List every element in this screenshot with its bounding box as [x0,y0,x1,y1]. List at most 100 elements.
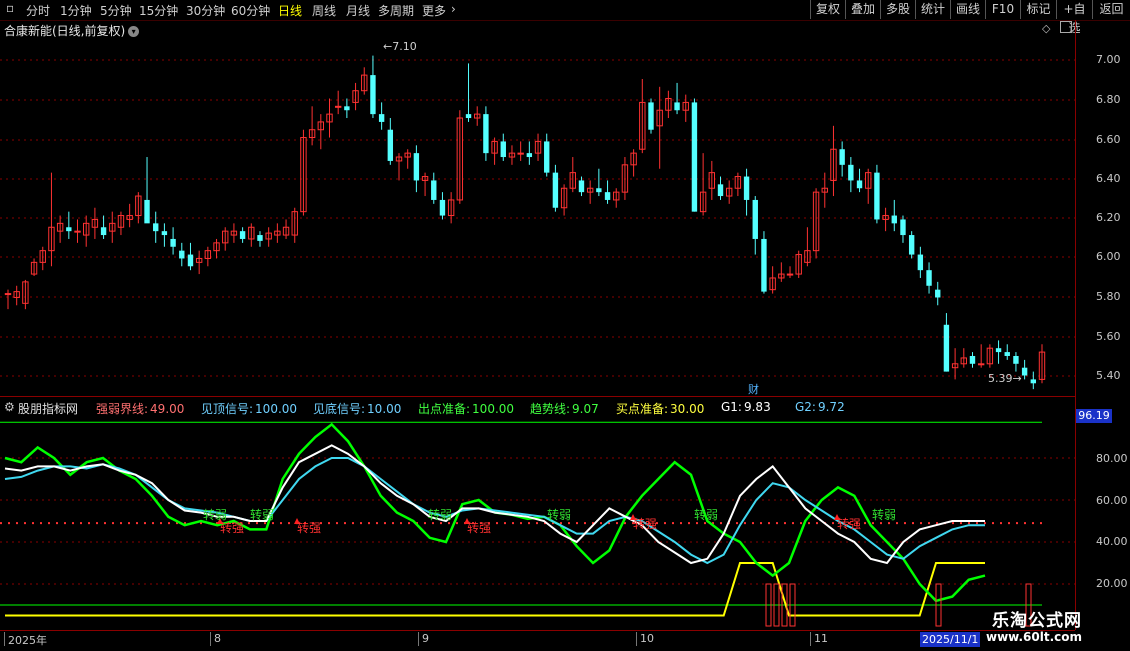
candle-body [187,254,194,267]
candle-body [544,141,550,173]
price-tick-label: 6.20 [1096,211,1121,224]
candle-body [786,273,794,276]
strong-signal-label: 转强 [220,520,244,535]
candle-body [431,180,437,200]
price-tick-label: 7.00 [1096,53,1121,66]
candle-body [977,363,985,366]
param-value: 30.00 [670,402,705,416]
date-tick-label: 2025年 [4,632,47,647]
candle-body [1004,352,1010,356]
candle-body [161,231,168,236]
indicator-param: 买点准备: 30.00 [616,400,704,417]
candle-body [900,219,906,236]
candle-body [170,238,176,247]
param-label: G2: [795,400,816,414]
candle-body [413,153,420,181]
strong-signal-label: 转强 [633,516,657,531]
candle-body [517,152,524,155]
candle-body [943,324,950,372]
date-tick-label: 8 [210,632,221,646]
candle-body [378,114,385,122]
param-value: 9.07 [572,402,599,416]
weak-signal-label: 转弱 [872,507,896,522]
candle-body [596,188,602,193]
strong-signal-label: 转强 [467,520,491,535]
param-value: 100.00 [255,402,298,416]
candle-body [74,230,81,233]
indicator-tick-label: 60.00 [1096,494,1128,507]
price-tick-label: 5.60 [1096,330,1121,343]
candle-body [856,180,863,189]
indicator-param: G2: 9.72 [795,400,845,414]
watermark: 乐淘公式网 www.60lt.com [978,603,1128,648]
indicator-param: 强弱界线: 49.00 [96,400,184,417]
watermark-url: www.60lt.com [986,630,1083,644]
candle-body [908,235,915,255]
strong-signal-label: 转强 [837,516,861,531]
low-price-note: 5.39→ [988,372,1022,385]
candle-body [100,227,107,236]
candle-body [257,235,263,241]
date-tick-label: 10 [636,632,654,646]
candle-body [344,106,350,111]
candle-body [717,184,724,197]
watermark-title: 乐淘公式网 [992,611,1082,631]
indicator-tick-label: 40.00 [1096,535,1128,548]
param-label: 买点准备: [616,402,669,416]
strong-signal-label: 转强 [297,520,321,535]
indicator-tick-label: 20.00 [1096,577,1128,590]
param-label: 见底信号: [313,402,366,416]
candle-body [526,153,533,158]
param-label: 强弱界线: [96,402,149,416]
param-value: 49.00 [150,402,185,416]
candle-body [4,293,12,296]
candle-body [370,75,376,115]
candle-body [935,289,941,298]
candle-body [761,238,767,292]
param-value: 9.72 [817,400,845,414]
param-label: G1: [721,400,742,414]
weak-signal-label: 转弱 [428,507,452,522]
param-label: 趋势线: [530,402,571,416]
indicator-tick-label: 80.00 [1096,452,1128,465]
indicator-param: 趋势线: 9.07 [530,400,599,417]
indicator-header: ⚙ 股朋指标网 强弱界线: 49.00 见顶信号: 100.00 见底信号: 10.00 出… [0,396,1075,417]
param-value: 100.00 [472,402,515,416]
param-label: 见顶信号: [201,402,254,416]
candle-body [179,250,185,259]
price-tick-label: 5.40 [1096,369,1121,382]
candle-body [578,180,585,193]
candle-body [144,199,150,224]
candle-body [743,176,750,200]
indicator-name[interactable]: 股朋指标网 [18,400,78,417]
indicator-param: 见底信号: 10.00 [313,400,401,417]
candle-body [674,102,680,111]
date-axis: 2025年 8 9 10 11 2025/11/1 [0,630,1075,651]
candle-body [153,223,159,232]
candle-body [439,199,446,216]
indicator-gear-icon[interactable]: ⚙ [4,400,15,414]
param-value: 10.00 [367,402,402,416]
candle-body [239,231,246,239]
candle-body [465,114,472,119]
finance-mark: 财 [748,382,759,396]
param-value: 9.83 [743,400,771,414]
date-tick-label: 9 [418,632,429,646]
param-label: 出点准备: [418,402,471,416]
indicator-param: 见顶信号: 100.00 [201,400,297,417]
kline-chart: ←7.105.39→财转强 转强 转强 转强 转强转弱 转弱 转弱 转弱 转弱 转弱 [0,40,1075,627]
weak-signal-label: 转弱 [547,507,571,522]
price-tick-label: 6.00 [1096,250,1121,263]
candle-body [691,102,698,212]
candle-body [604,192,611,200]
price-tick-label: 5.80 [1096,290,1121,303]
candle-body [552,172,559,208]
indicator-param: G1: 9.83 [721,400,771,414]
candle-body [995,348,1002,353]
candle-body [66,227,72,232]
candle-body [1021,367,1028,376]
candle-body [1013,355,1019,364]
high-price-note: ←7.10 [383,40,417,53]
candle-body [648,102,654,130]
price-tick-label: 6.60 [1096,133,1121,146]
